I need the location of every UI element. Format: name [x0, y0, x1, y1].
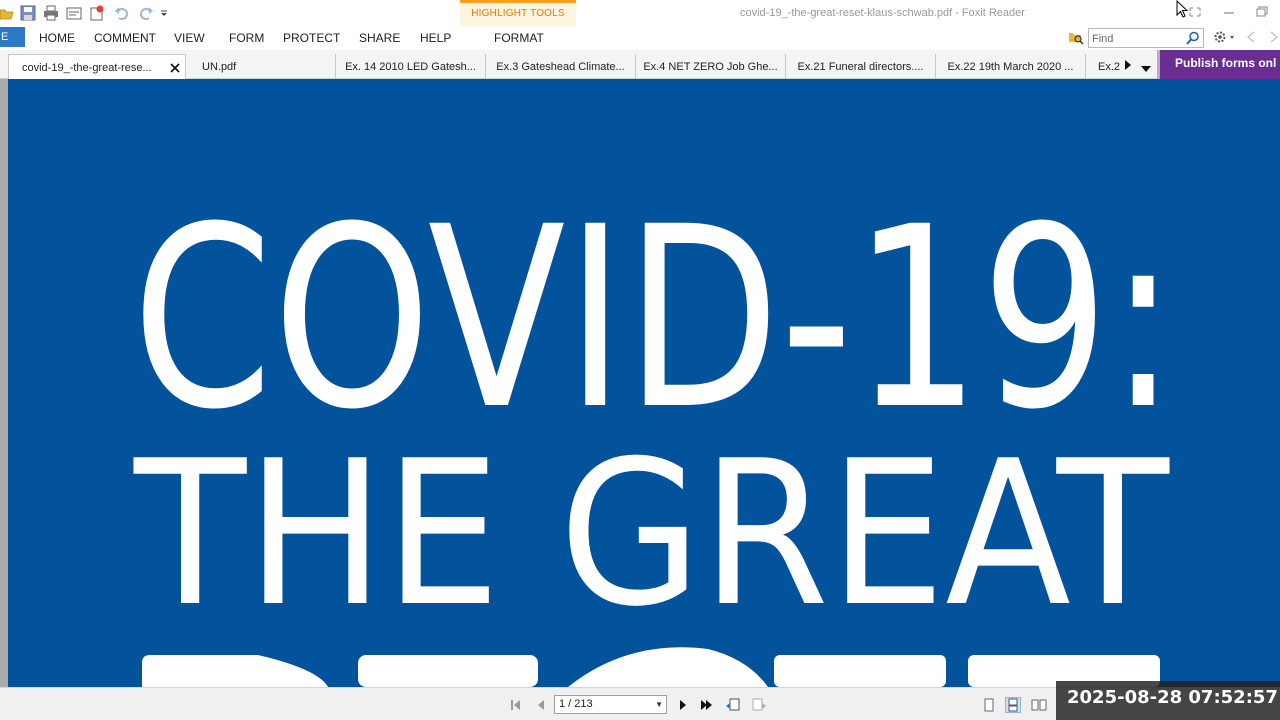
facing-pages-icon[interactable] [1031, 697, 1047, 713]
previous-page-icon[interactable] [533, 697, 549, 713]
doc-tab-un[interactable]: UN.pdf [186, 54, 336, 79]
doc-tab-label: covid-19_-the-great-rese... [22, 62, 152, 74]
minimize-icon[interactable] [1221, 5, 1237, 19]
page-number-value: 1 / 213 [559, 698, 593, 710]
tab-form[interactable]: FORM [229, 31, 264, 45]
first-page-icon[interactable] [509, 697, 525, 713]
file-tab[interactable]: E [0, 27, 25, 47]
tab-view[interactable]: VIEW [174, 31, 205, 45]
page-number-field[interactable]: 1 / 213 ▼ [554, 695, 667, 714]
single-page-icon[interactable] [981, 697, 997, 713]
ribbon-tabs: E HOME COMMENT VIEW FORM PROTECT SHARE H… [0, 26, 1280, 50]
window-title: covid-19_-the-great-reset-klaus-schwab.p… [740, 7, 1025, 19]
tab-comment[interactable]: COMMENT [94, 31, 156, 45]
cover-title-line2: THE GREAT [133, 418, 1170, 651]
doc-tab-ex22[interactable]: Ex.22 19th March 2020 ... [936, 54, 1086, 79]
settings-gear-icon[interactable] [1212, 29, 1236, 45]
nav-forward-icon[interactable] [1268, 30, 1280, 44]
doc-tab-label: Ex.3 Gateshead Climate... [496, 61, 625, 73]
page-dropdown-icon[interactable]: ▼ [655, 696, 663, 713]
cover-title-line3-partial [142, 647, 1160, 687]
publish-forms-banner[interactable]: Publish forms onl [1157, 50, 1280, 79]
doc-tab-ex21[interactable]: Ex.21 Funeral directors.... [786, 54, 936, 79]
save-icon[interactable] [20, 5, 36, 21]
last-page-icon[interactable] [699, 697, 715, 713]
new-document-icon[interactable] [89, 5, 105, 21]
tab-list-dropdown-icon[interactable] [1140, 60, 1152, 72]
doc-tab-label: UN.pdf [202, 61, 237, 73]
next-view-icon[interactable] [751, 697, 767, 713]
undo-icon[interactable] [114, 5, 130, 21]
tab-share[interactable]: SHARE [359, 31, 400, 45]
print-icon[interactable] [43, 5, 59, 21]
doc-tab-ex4[interactable]: Ex.4 NET ZERO Job Ghe... [636, 54, 786, 79]
find-input[interactable] [1089, 30, 1181, 48]
customize-toolbar-icon[interactable] [159, 5, 169, 21]
find-field[interactable] [1088, 28, 1204, 48]
doc-tab-label: Ex. 14 2010 LED Gatesh... [345, 61, 476, 73]
open-folder-icon[interactable] [0, 5, 16, 21]
foxit-reader-window: HIGHLIGHT TOOLS covid-19_-the-great-rese… [0, 0, 1280, 720]
tab-format[interactable]: FORMAT [494, 31, 544, 45]
highlight-tools-context-tab[interactable]: HIGHLIGHT TOOLS [460, 0, 576, 26]
pdf-page-cover: COVID-19: THE GREAT [8, 79, 1280, 687]
document-tab-bar: covid-19_-the-great-rese... UN.pdf Ex. 1… [0, 50, 1280, 79]
find-folder-icon[interactable] [1068, 29, 1084, 45]
recording-timestamp-overlay: 2025-08-28 07:52:57 [1056, 681, 1280, 720]
redo-icon[interactable] [138, 5, 154, 21]
nav-back-icon[interactable] [1245, 30, 1257, 44]
tab-home[interactable]: HOME [39, 31, 75, 45]
doc-tab-label: Ex.21 Funeral directors.... [797, 61, 924, 73]
doc-tab-label: Ex.4 NET ZERO Job Ghe... [643, 61, 778, 73]
doc-tab-label: Ex.2 [1098, 61, 1121, 73]
tab-scroll-right-icon[interactable] [1123, 58, 1133, 70]
fullscreen-icon[interactable] [1187, 5, 1203, 19]
cover-title-graphic: COVID-19: THE GREAT [132, 173, 1177, 687]
next-page-icon[interactable] [675, 697, 691, 713]
document-view[interactable]: COVID-19: THE GREAT [0, 79, 1280, 687]
restore-icon[interactable] [1254, 5, 1270, 19]
tab-protect[interactable]: PROTECT [283, 31, 340, 45]
search-icon[interactable] [1186, 31, 1200, 45]
doc-tab-covid-19[interactable]: covid-19_-the-great-rese... [8, 54, 186, 79]
continuous-page-icon[interactable] [1005, 697, 1021, 713]
previous-view-icon[interactable] [725, 697, 741, 713]
title-bar: HIGHLIGHT TOOLS covid-19_-the-great-rese… [0, 0, 1280, 26]
doc-tab-ex3[interactable]: Ex.3 Gateshead Climate... [486, 54, 636, 79]
doc-tab-ex2[interactable]: Ex.2 [1086, 54, 1122, 79]
doc-tab-ex14[interactable]: Ex. 14 2010 LED Gatesh... [336, 54, 486, 79]
tab-help[interactable]: HELP [420, 31, 451, 45]
properties-icon[interactable] [66, 5, 82, 21]
close-tab-icon[interactable] [170, 63, 180, 73]
doc-tab-label: Ex.22 19th March 2020 ... [947, 61, 1074, 73]
